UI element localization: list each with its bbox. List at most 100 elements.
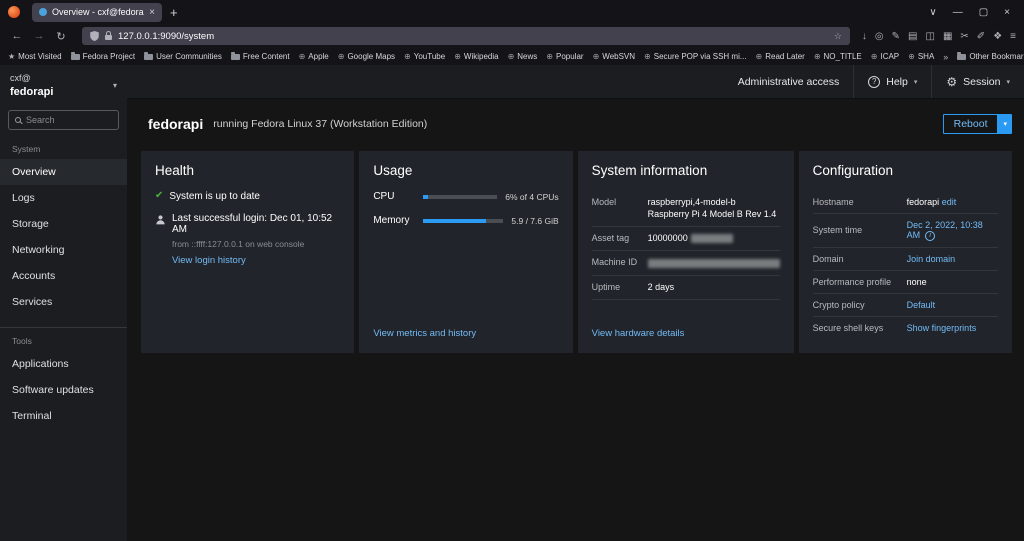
bookmark-label: NO_TITLE bbox=[824, 52, 862, 61]
view-login-history-link[interactable]: View login history bbox=[172, 255, 340, 266]
window-close-icon[interactable]: × bbox=[1004, 7, 1010, 18]
globe-icon: ⊕ bbox=[908, 52, 915, 61]
star-icon: ★ bbox=[8, 52, 15, 61]
bookmark-label: Apple bbox=[308, 52, 328, 61]
screenshot-icon[interactable]: ✂ bbox=[960, 31, 968, 42]
browser-tab[interactable]: Overview - cxf@fedorapi × bbox=[32, 3, 162, 22]
sidebar-item-terminal[interactable]: Terminal bbox=[0, 403, 127, 429]
extensions-icon[interactable]: ❖ bbox=[993, 31, 1002, 42]
sidebar-search[interactable] bbox=[8, 110, 119, 130]
tab-close-icon[interactable]: × bbox=[149, 7, 155, 18]
url-text[interactable]: 127.0.0.1:9090/system bbox=[118, 31, 828, 42]
search-input[interactable] bbox=[26, 115, 111, 125]
host-switcher[interactable]: cxf@ fedorapi ▾ bbox=[0, 65, 127, 105]
tracking-shield-icon[interactable] bbox=[90, 31, 99, 41]
sidebar-item-networking[interactable]: Networking bbox=[0, 237, 127, 263]
sidebar-item-logs[interactable]: Logs bbox=[0, 185, 127, 211]
globe-icon: ⊕ bbox=[508, 52, 515, 61]
bookmark-most-visited[interactable]: ★Most Visited bbox=[8, 52, 62, 61]
sidebar-item-accounts[interactable]: Accounts bbox=[0, 263, 127, 289]
hostname-text: fedorapi bbox=[907, 197, 940, 207]
uptime-row: Uptime 2 days bbox=[592, 276, 780, 300]
view-hardware-details-link[interactable]: View hardware details bbox=[592, 328, 780, 339]
dashboard-icon[interactable]: ▦ bbox=[943, 31, 952, 42]
bookmark-item[interactable]: ⊕ICAP bbox=[871, 52, 899, 61]
sidebar-item-software-updates[interactable]: Software updates bbox=[0, 377, 127, 403]
asset-tag-visible: 10000000 bbox=[648, 233, 688, 243]
show-fingerprints-link[interactable]: Show fingerprints bbox=[907, 323, 998, 333]
last-login-text: Last successful login: Dec 01, 10:52 AM bbox=[172, 213, 340, 235]
back-icon[interactable]: ← bbox=[8, 30, 26, 42]
sidebar-item-overview[interactable]: Overview bbox=[0, 159, 127, 185]
browser-navbar: ← → ↻ 127.0.0.1:9090/system ☆ ↓ ◎ ✎ ▤ ◫ … bbox=[0, 24, 1024, 48]
folder-icon bbox=[231, 54, 240, 60]
menu-icon[interactable]: ≡ bbox=[1010, 31, 1016, 42]
sidebar-item-services[interactable]: Services bbox=[0, 289, 127, 315]
edit-icon[interactable]: ✐ bbox=[977, 31, 985, 42]
window-controls: ∨ — ▢ × bbox=[929, 7, 1016, 18]
bookmark-item[interactable]: ⊕YouTube bbox=[404, 52, 445, 61]
asset-tag-row: Asset tag 10000000 bbox=[592, 227, 780, 251]
usage-card: Usage CPU 6% of 4 CPUs Memory 5.9 / 7.6 … bbox=[359, 151, 572, 353]
downloads-icon[interactable]: ↓ bbox=[862, 31, 867, 42]
bookmark-star-icon[interactable]: ☆ bbox=[834, 31, 842, 42]
folder-icon bbox=[957, 54, 966, 60]
help-menu[interactable]: ? Help ▾ bbox=[853, 65, 931, 98]
minimize-icon[interactable]: — bbox=[953, 7, 963, 18]
bookmark-folder[interactable]: User Communities bbox=[144, 52, 222, 61]
other-bookmarks[interactable]: Other Bookmarks bbox=[957, 52, 1024, 61]
edit-hostname-link[interactable]: edit bbox=[942, 197, 957, 207]
sidebar-item-applications[interactable]: Applications bbox=[0, 351, 127, 377]
reboot-dropdown-icon[interactable]: ▾ bbox=[998, 114, 1012, 134]
bookmark-item[interactable]: ⊕Google Maps bbox=[338, 52, 395, 61]
chevron-down-icon: ▾ bbox=[914, 78, 918, 86]
bookmark-item[interactable]: ⊕WebSVN bbox=[593, 52, 635, 61]
crypto-policy-link[interactable]: Default bbox=[907, 300, 998, 310]
list-tabs-icon[interactable]: ∨ bbox=[929, 7, 936, 18]
library-icon[interactable]: ▤ bbox=[908, 31, 917, 42]
bookmark-item[interactable]: ⊕Wikipedia bbox=[454, 52, 498, 61]
reboot-button[interactable]: Reboot bbox=[943, 114, 999, 134]
bookmark-folder[interactable]: Free Content bbox=[231, 52, 290, 61]
toolbar-icons: ↓ ◎ ✎ ▤ ◫ ▦ ✂ ✐ ❖ ≡ bbox=[862, 31, 1016, 42]
session-menu[interactable]: ⚙ Session ▾ bbox=[931, 65, 1024, 98]
administrative-access-button[interactable]: Administrative access bbox=[724, 65, 854, 98]
info-icon[interactable]: i bbox=[925, 231, 935, 241]
maximize-icon[interactable]: ▢ bbox=[979, 7, 988, 18]
bookmark-label: Fedora Project bbox=[83, 52, 135, 61]
administrative-access-label: Administrative access bbox=[738, 76, 840, 88]
globe-icon: ⊕ bbox=[644, 52, 651, 61]
page-subtitle: running Fedora Linux 37 (Workstation Edi… bbox=[213, 118, 427, 130]
highlighter-icon[interactable]: ✎ bbox=[892, 31, 900, 42]
reload-icon[interactable]: ↻ bbox=[52, 30, 70, 43]
account-icon[interactable]: ◎ bbox=[875, 31, 884, 42]
bookmarks-overflow-icon[interactable]: » bbox=[943, 52, 948, 62]
lock-icon[interactable] bbox=[105, 35, 112, 40]
new-tab-button[interactable]: + bbox=[170, 5, 178, 20]
forward-icon[interactable]: → bbox=[30, 30, 48, 42]
view-metrics-link[interactable]: View metrics and history bbox=[373, 328, 558, 339]
globe-icon: ⊕ bbox=[593, 52, 600, 61]
sidebar-item-storage[interactable]: Storage bbox=[0, 211, 127, 237]
check-icon: ✔ bbox=[155, 191, 163, 201]
bookmark-item[interactable]: ⊕News bbox=[508, 52, 538, 61]
system-time-link[interactable]: Dec 2, 2022, 10:38 AM bbox=[907, 220, 983, 240]
tab-favicon-icon bbox=[39, 8, 47, 16]
folder-icon bbox=[144, 54, 153, 60]
user-icon bbox=[155, 214, 166, 228]
bookmark-item[interactable]: ⊕Popular bbox=[546, 52, 583, 61]
url-bar[interactable]: 127.0.0.1:9090/system ☆ bbox=[82, 27, 850, 45]
join-domain-link[interactable]: Join domain bbox=[907, 254, 998, 264]
bookmark-item[interactable]: ⊕NO_TITLE bbox=[814, 52, 862, 61]
save-page-icon[interactable]: ◫ bbox=[926, 31, 935, 42]
bookmark-item[interactable]: ⊕Apple bbox=[299, 52, 329, 61]
bookmark-item[interactable]: ⊕Secure POP via SSH mi... bbox=[644, 52, 746, 61]
login-from-text: from ::ffff:127.0.0.1 on web console bbox=[172, 239, 340, 249]
bookmark-item[interactable]: ⊕SHA bbox=[908, 52, 934, 61]
configuration-card: Configuration Hostname fedorapi edit Sys… bbox=[799, 151, 1012, 353]
bookmark-item[interactable]: ⊕Read Later bbox=[756, 52, 805, 61]
model-row: Model raspberrypi,4-model-b Raspberry Pi… bbox=[592, 191, 780, 227]
sidebar-hostname: fedorapi bbox=[10, 85, 53, 99]
bookmark-folder[interactable]: Fedora Project bbox=[71, 52, 135, 61]
section-label-tools: Tools bbox=[0, 328, 127, 351]
